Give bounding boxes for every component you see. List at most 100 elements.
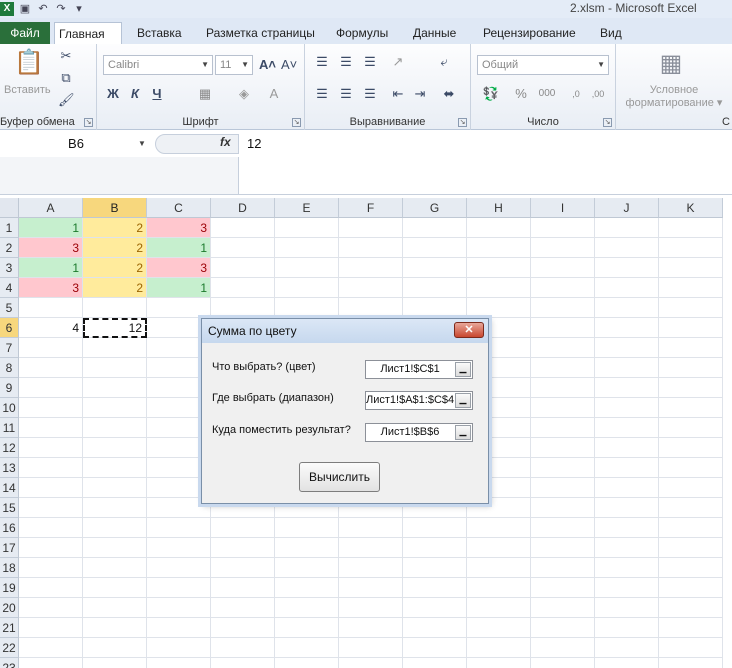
grid-cell[interactable] [659, 598, 723, 618]
grid-cell[interactable] [83, 338, 147, 358]
dialog-title-bar[interactable]: Сумма по цвету ✕ [202, 319, 488, 343]
grid-cell[interactable] [659, 498, 723, 518]
column-header-i[interactable]: I [531, 198, 595, 218]
undo-icon[interactable]: ↶ [36, 2, 50, 16]
grid-cell[interactable] [659, 558, 723, 578]
row-header-16[interactable]: 16 [0, 518, 19, 538]
cut-icon[interactable]: ✂ [58, 48, 74, 64]
grid-cell[interactable] [275, 658, 339, 668]
customize-toolbar-icon[interactable]: ▾ [72, 2, 86, 16]
grid-cell[interactable] [531, 478, 595, 498]
row-header-3[interactable]: 3 [0, 258, 19, 278]
grid-cell[interactable] [83, 598, 147, 618]
grid-cell[interactable] [275, 218, 339, 238]
grid-cell[interactable] [275, 258, 339, 278]
grid-cell[interactable] [19, 578, 83, 598]
grid-cell[interactable] [403, 298, 467, 318]
tab-view[interactable]: Вид [596, 22, 626, 44]
grid-cell[interactable] [211, 598, 275, 618]
conditional-formatting-icon[interactable]: ▦ [656, 48, 686, 80]
grid-cell[interactable] [595, 418, 659, 438]
grid-cell[interactable] [659, 638, 723, 658]
grid-cell[interactable] [19, 498, 83, 518]
grid-cell[interactable] [19, 458, 83, 478]
grid-cell[interactable] [595, 298, 659, 318]
grid-cell[interactable] [275, 638, 339, 658]
bold-button[interactable]: Ж [105, 86, 121, 102]
row-header-1[interactable]: 1 [0, 218, 19, 238]
name-box[interactable]: B6 [0, 134, 152, 154]
grid-cell[interactable] [403, 558, 467, 578]
alignment-launcher-icon[interactable]: ↘ [458, 118, 467, 127]
format-painter-icon[interactable]: 🖌 [58, 92, 75, 108]
grid-cell[interactable] [467, 218, 531, 238]
grid-cell[interactable] [595, 238, 659, 258]
row-header-10[interactable]: 10 [0, 398, 19, 418]
cell-a2[interactable]: 3 [19, 238, 83, 258]
number-launcher-icon[interactable]: ↘ [603, 118, 612, 127]
redo-icon[interactable]: ↷ [54, 2, 68, 16]
grid-cell[interactable] [403, 238, 467, 258]
grid-cell[interactable] [211, 258, 275, 278]
grid-cell[interactable] [211, 298, 275, 318]
grid-cell[interactable] [211, 278, 275, 298]
grid-cell[interactable] [19, 478, 83, 498]
grid-cell[interactable] [211, 618, 275, 638]
row-header-15[interactable]: 15 [0, 498, 19, 518]
grid-cell[interactable] [595, 258, 659, 278]
grid-cell[interactable] [339, 578, 403, 598]
grid-cell[interactable] [403, 658, 467, 668]
grid-cell[interactable] [531, 418, 595, 438]
grid-cell[interactable] [83, 458, 147, 478]
grid-cell[interactable] [403, 598, 467, 618]
grid-cell[interactable] [467, 658, 531, 668]
grid-cell[interactable] [275, 298, 339, 318]
grid-cell[interactable] [275, 538, 339, 558]
grid-cell[interactable] [531, 578, 595, 598]
grid-cell[interactable] [467, 578, 531, 598]
grid-cell[interactable] [147, 658, 211, 668]
grid-cell[interactable] [339, 258, 403, 278]
grid-cell[interactable] [83, 618, 147, 638]
collapse-color-ref-button[interactable]: ▁ [455, 362, 471, 377]
grid-cell[interactable] [19, 398, 83, 418]
grid-cell[interactable] [19, 598, 83, 618]
grid-cell[interactable] [403, 278, 467, 298]
collapse-result-ref-button[interactable]: ▁ [455, 425, 471, 440]
grid-cell[interactable] [339, 558, 403, 578]
grid-cell[interactable] [531, 238, 595, 258]
font-name-select[interactable]: Calibri ▼ [103, 55, 213, 75]
grid-cell[interactable] [659, 458, 723, 478]
cell-c1[interactable]: 3 [147, 218, 211, 238]
grid-cell[interactable] [19, 638, 83, 658]
grid-cell[interactable] [403, 218, 467, 238]
grid-cell[interactable] [595, 558, 659, 578]
row-header-8[interactable]: 8 [0, 358, 19, 378]
grid-cell[interactable] [659, 478, 723, 498]
cell-c4[interactable]: 1 [147, 278, 211, 298]
grid-cell[interactable] [595, 658, 659, 668]
grid-cell[interactable] [659, 538, 723, 558]
row-header-23[interactable]: 23 [0, 658, 19, 668]
grid-cell[interactable] [83, 378, 147, 398]
grid-cell[interactable] [403, 578, 467, 598]
color-ref-input[interactable]: Лист1!$C$1 ▁ [365, 360, 473, 379]
grid-cell[interactable] [467, 618, 531, 638]
grid-cell[interactable] [19, 538, 83, 558]
grid-cell[interactable] [659, 338, 723, 358]
grid-cell[interactable] [531, 278, 595, 298]
grid-cell[interactable] [83, 298, 147, 318]
grid-cell[interactable] [275, 598, 339, 618]
grid-cell[interactable] [467, 238, 531, 258]
conditional-formatting-button[interactable]: Условное форматирование ▾ [622, 84, 726, 110]
grid-cell[interactable] [595, 378, 659, 398]
grid-cell[interactable] [19, 518, 83, 538]
grid-cell[interactable] [19, 358, 83, 378]
grid-cell[interactable] [659, 578, 723, 598]
grid-cell[interactable] [147, 538, 211, 558]
grid-cell[interactable] [531, 618, 595, 638]
dialog-close-button[interactable]: ✕ [454, 322, 484, 338]
grid-cell[interactable] [19, 618, 83, 638]
grid-cell[interactable] [339, 658, 403, 668]
cell-a6[interactable]: 4 [19, 318, 83, 338]
